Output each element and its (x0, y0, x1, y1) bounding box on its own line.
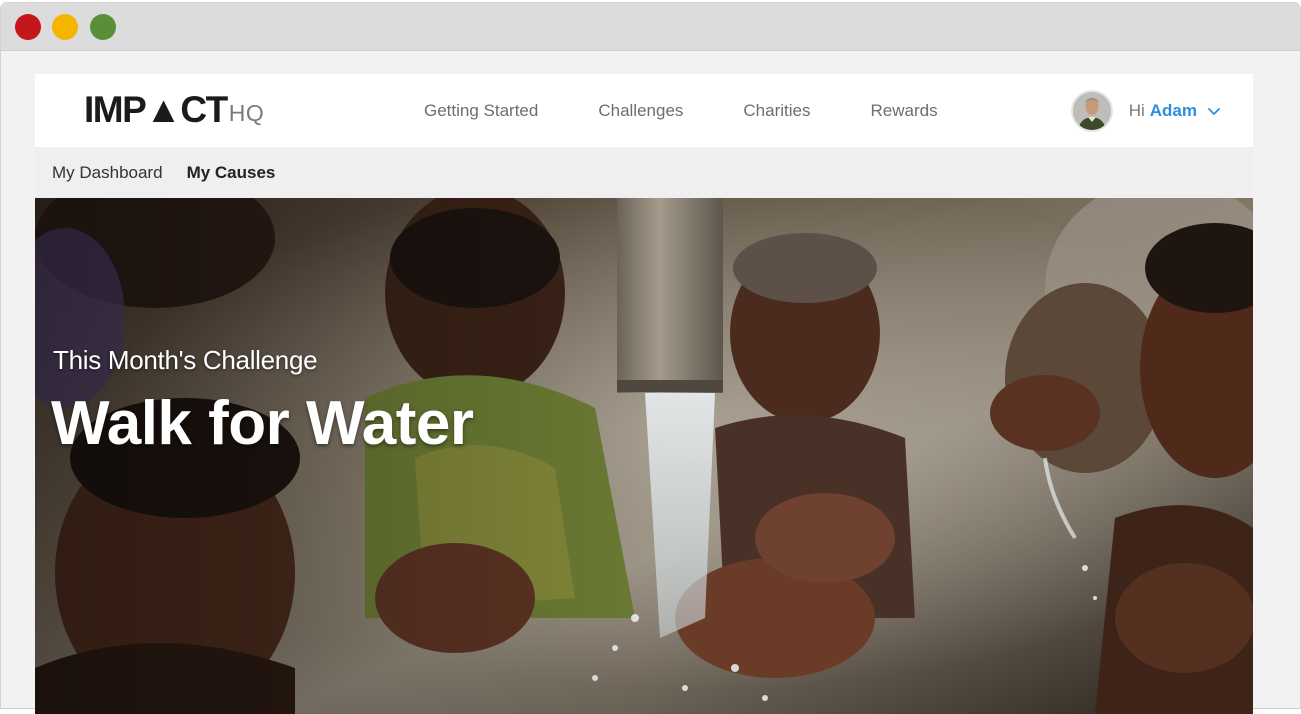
hero-kicker: This Month's Challenge (53, 345, 318, 375)
window-titlebar (1, 3, 1300, 51)
chevron-down-icon[interactable] (1207, 104, 1221, 118)
user-menu[interactable]: Hi Adam (1070, 74, 1221, 147)
greeting-text: Hi (1128, 100, 1145, 120)
app-container: IMP▲CT HQ Getting Started Challenges Cha… (35, 74, 1253, 714)
nav-getting-started[interactable]: Getting Started (424, 101, 538, 121)
nav-challenges[interactable]: Challenges (598, 101, 683, 121)
user-name[interactable]: Adam (1150, 101, 1197, 121)
main-nav: Getting Started Challenges Charities Rew… (424, 74, 998, 147)
maximize-window-button[interactable] (90, 14, 116, 40)
logo-wordmark: IMP▲CT (84, 89, 228, 130)
impact-hq-logo[interactable]: IMP▲CT HQ (84, 86, 264, 130)
logo-suffix: HQ (228, 100, 265, 126)
subnav-my-causes[interactable]: My Causes (187, 163, 276, 183)
top-navigation: IMP▲CT HQ Getting Started Challenges Cha… (35, 74, 1253, 147)
minimize-window-button[interactable] (52, 14, 78, 40)
hero-title: Walk for Water (51, 389, 474, 458)
secondary-nav: My Dashboard My Causes (35, 147, 1253, 198)
subnav-my-dashboard[interactable]: My Dashboard (52, 163, 163, 183)
close-window-button[interactable] (15, 14, 41, 40)
avatar[interactable] (1070, 89, 1113, 132)
user-portrait-icon (1072, 91, 1111, 130)
nav-rewards[interactable]: Rewards (871, 101, 938, 121)
nav-charities[interactable]: Charities (743, 101, 810, 121)
challenge-hero-banner[interactable]: This Month's Challenge Walk for Water (35, 198, 1253, 714)
